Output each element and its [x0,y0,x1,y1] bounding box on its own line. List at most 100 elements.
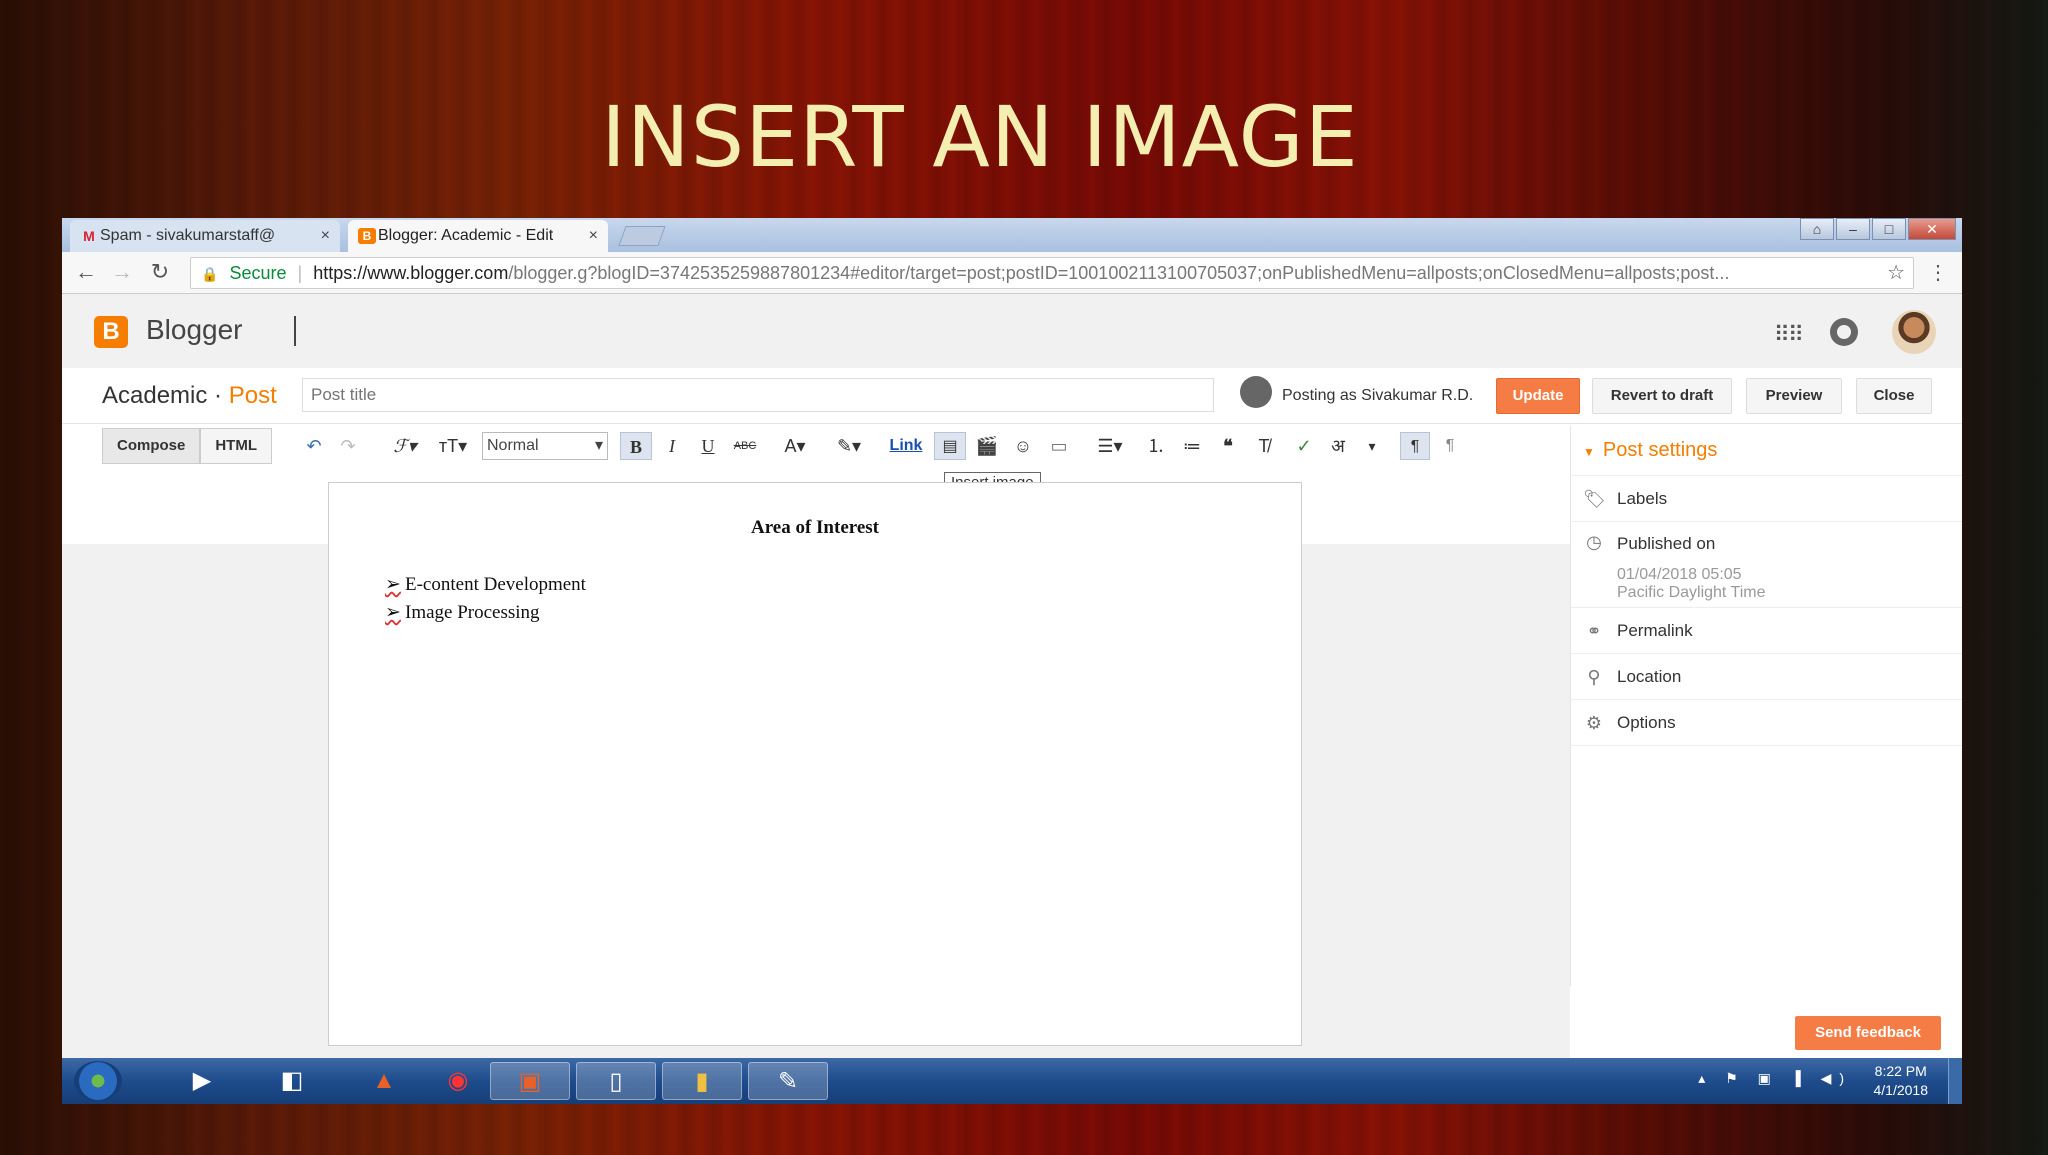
new-tab-button[interactable] [618,226,666,246]
ltr-direction-icon[interactable]: ¶ [1400,432,1430,460]
gear-icon: ⚙ [1585,713,1603,733]
numbered-list-icon[interactable]: ⒈ [1142,432,1170,460]
close-icon[interactable]: × [321,220,330,252]
maximize-button[interactable]: □ [1872,218,1906,240]
link-icon: ⚭ [1586,621,1602,641]
spellcheck-icon[interactable]: ✓ [1290,432,1318,460]
sidebar-item-permalink[interactable]: ⚭ Permalink [1571,608,1962,654]
font-size-icon[interactable]: ᴛT▾ [432,432,474,460]
sidebar-item-labels[interactable]: 🏷 Labels [1571,476,1962,522]
windows-taskbar: ▶ ◧ ▲ ◉ ▣ ▯ ▮ ✎ ▴ ⚑ ▣ ▐ ◀) 8:22 PM 4/1/2… [62,1058,1962,1104]
text-cursor [294,316,296,346]
highlight-color-icon[interactable]: ✎▾ [828,432,870,460]
posting-as: Posting as Sivakumar R.D. [1240,376,1474,408]
url-field[interactable]: 🔒 Secure | https://www.blogger.com/blogg… [190,257,1914,289]
window-controls: ⌂ – □ ✕ [1800,218,1956,240]
revert-to-draft-button[interactable]: Revert to draft [1592,378,1732,414]
text-color-icon[interactable]: A▾ [774,432,816,460]
sidebar-item-location[interactable]: ⚲ Location [1571,654,1962,700]
clock-icon: ◷ [1586,532,1602,552]
redo-icon[interactable]: ↷ [336,432,360,460]
user-icon[interactable]: ⌂ [1800,218,1834,240]
align-icon[interactable]: ☰▾ [1090,432,1130,460]
clock-date: 4/1/2018 [1873,1082,1929,1098]
sidebar-item-label: Location [1617,667,1682,686]
insert-emoji-icon[interactable]: ☺ [1008,432,1038,460]
app-icon[interactable]: ◧ [252,1062,332,1100]
italic-button[interactable]: I [658,432,686,460]
window-close-button[interactable]: ✕ [1908,218,1956,240]
send-feedback-button[interactable]: Send feedback [1795,1016,1941,1050]
document-heading: Area of Interest [750,517,880,538]
list-item: ➢ Image Processing [385,601,540,624]
chrome-icon[interactable]: ◉ [418,1062,498,1100]
tab-blogger[interactable]: B Blogger: Academic - Edit × [348,220,608,252]
chevron-down-icon[interactable]: ▾ [1362,432,1382,460]
mode-switch: Compose HTML [102,428,272,464]
blogger-logo-icon[interactable]: B [94,316,128,348]
link-button[interactable]: Link [886,432,926,460]
breadcrumb: Academic · Post [102,382,277,410]
sidebar-item-label: Labels [1617,489,1668,508]
media-player-icon[interactable]: ▶ [162,1062,242,1100]
file-explorer-icon[interactable]: ▮ [662,1062,742,1100]
insert-image-icon[interactable]: ▤ [934,432,966,460]
list-item-text: E-content Development [405,574,586,595]
format-select[interactable]: Normal [482,432,608,460]
arrow-bullet-icon: ➢ [385,602,401,623]
close-button[interactable]: Close [1856,378,1932,414]
update-button[interactable]: Update [1496,378,1580,414]
quote-icon[interactable]: ❝ [1214,432,1242,460]
avatar[interactable] [1892,310,1936,354]
underline-button[interactable]: U [694,432,722,460]
strikethrough-button[interactable]: ABC [730,432,760,460]
post-title-input[interactable] [302,378,1214,412]
list-item: ➢ E-content Development [385,573,586,596]
author-avatar [1240,376,1272,408]
show-desktop-button[interactable] [1948,1058,1962,1104]
sidebar-item-label: Published on [1617,534,1716,553]
undo-icon[interactable]: ↶ [302,432,326,460]
sidebar-item-options[interactable]: ⚙ Options [1571,700,1962,746]
remove-formatting-icon[interactable]: T̸ [1250,432,1278,460]
label-tag-icon: 🏷 [1583,489,1606,509]
bold-button[interactable]: B [620,432,652,460]
arrow-bullet-icon: ➢ [385,574,401,595]
notepad-icon[interactable]: ▯ [576,1062,656,1100]
notifications-icon[interactable] [1830,318,1858,346]
apps-grid-icon[interactable]: ⠿⠿ [1774,322,1804,348]
post-settings-header[interactable]: ▼ Post settings [1571,426,1962,476]
bullet-list-icon[interactable]: ≔ [1178,432,1206,460]
preview-button[interactable]: Preview [1746,378,1842,414]
taskbar-clock[interactable]: 8:22 PM 4/1/2018 [1874,1062,1929,1100]
back-icon[interactable]: ← [72,260,100,284]
breadcrumb-post: Post [228,382,277,409]
editor-content[interactable]: Area of Interest ➢ E-content Development … [328,482,1302,1046]
location-pin-icon: ⚲ [1587,667,1601,687]
rtl-direction-icon[interactable]: ¶ [1436,432,1464,460]
jump-break-icon[interactable]: ▭ [1044,432,1074,460]
posting-as-name: Sivakumar R.D. [1361,387,1474,405]
close-icon[interactable]: × [589,220,598,252]
font-family-icon[interactable]: ℱ▾ [384,432,426,460]
blogger-header: B Blogger ⠿⠿ [62,294,1962,368]
forward-icon[interactable]: → [108,260,136,284]
sidebar-item-label: Options [1617,713,1676,732]
browser-menu-icon[interactable]: ⋮ [1928,260,1948,285]
insert-video-icon[interactable]: 🎬 [972,432,1002,460]
minimize-button[interactable]: – [1836,218,1870,240]
matlab-icon[interactable]: ▲ [344,1062,424,1100]
start-button[interactable] [74,1061,122,1101]
bookmark-star-icon[interactable]: ☆ [1881,258,1905,288]
system-tray[interactable]: ▴ ⚑ ▣ ▐ ◀) [1698,1070,1852,1087]
brand-name[interactable]: Blogger [146,314,243,346]
html-button[interactable]: HTML [200,428,272,464]
sidebar-item-published[interactable]: ◷ Published on 01/04/2018 05:05 Pacific … [1571,522,1962,608]
paint-icon[interactable]: ✎ [748,1062,828,1100]
powerpoint-icon[interactable]: ▣ [490,1062,570,1100]
tab-gmail[interactable]: M Spam - sivakumarstaff@ × [70,220,340,252]
transliteration-button[interactable]: अ [1324,432,1352,460]
reload-icon[interactable]: ↻ [146,260,174,284]
compose-button[interactable]: Compose [102,428,201,464]
published-date: 01/04/2018 05:05 [1617,566,1742,583]
